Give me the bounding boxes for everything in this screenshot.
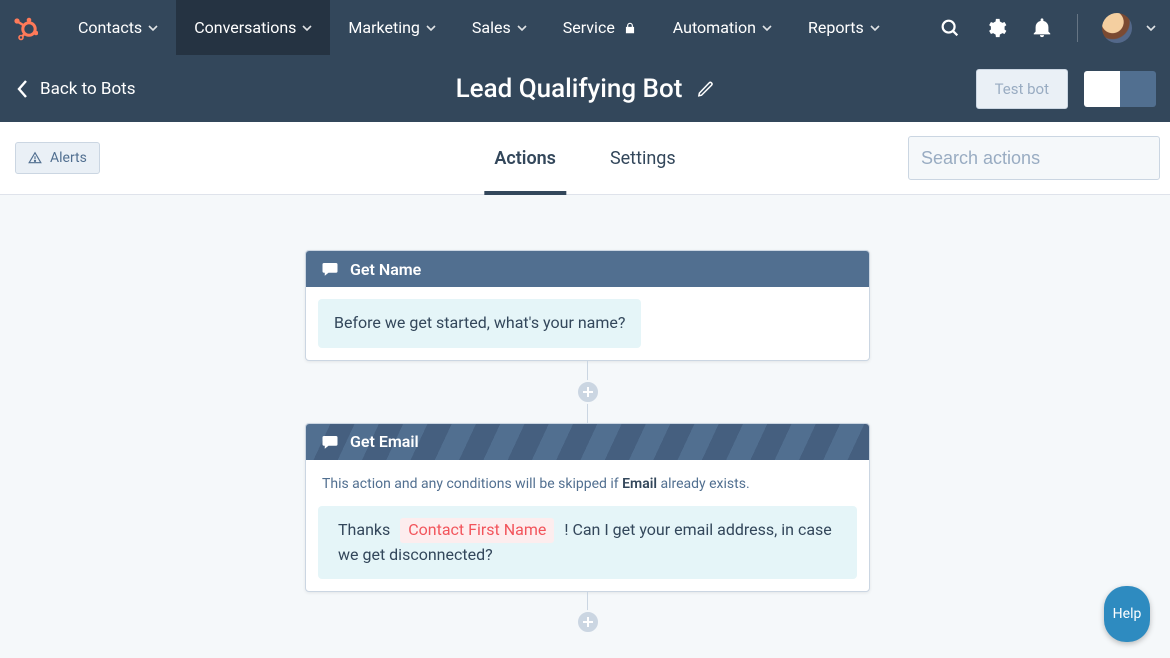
note-prefix: This action and any conditions will be s… [322, 476, 622, 492]
toggle-off-side [1084, 71, 1120, 107]
flow: Get Name Before we get started, what's yo… [305, 250, 870, 622]
connector [587, 361, 588, 423]
chat-icon [320, 260, 340, 278]
title-wrap: Lead Qualifying Bot [456, 74, 715, 104]
bell-icon[interactable] [1031, 17, 1053, 39]
back-to-bots-link[interactable]: Back to Bots [16, 79, 136, 99]
nav-item-conversations[interactable]: Conversations [176, 0, 330, 55]
tab-settings[interactable]: Settings [610, 122, 676, 194]
connector [587, 592, 588, 622]
note-suffix: already exists. [657, 476, 750, 492]
card-header: Get Email [306, 424, 869, 460]
message-bubble[interactable]: Before we get started, what's your name? [318, 299, 641, 348]
edit-title-button[interactable] [696, 80, 714, 98]
nav-item-label: Conversations [194, 18, 296, 37]
nav-item-service[interactable]: Service [545, 0, 655, 55]
message-pre: Thanks [338, 520, 394, 539]
bot-canvas[interactable]: Get Name Before we get started, what's yo… [0, 195, 1170, 658]
chevron-down-icon [517, 23, 527, 33]
back-label: Back to Bots [40, 79, 136, 99]
skip-note: This action and any conditions will be s… [318, 462, 857, 494]
hubspot-logo[interactable] [10, 13, 40, 43]
search-actions-wrap[interactable] [908, 136, 1160, 180]
avatar [1102, 13, 1132, 43]
chevron-down-icon [302, 23, 312, 33]
nav-item-automation[interactable]: Automation [655, 0, 790, 55]
nav-item-label: Automation [673, 18, 756, 37]
card-body: This action and any conditions will be s… [306, 460, 869, 592]
pencil-icon [696, 80, 714, 98]
chat-icon [320, 433, 340, 451]
add-action-button[interactable] [576, 610, 600, 634]
top-nav: Contacts Conversations Marketing Sales Servi… [0, 0, 1170, 55]
nav-item-reports[interactable]: Reports [790, 0, 898, 55]
sprocket-icon [12, 15, 38, 41]
message-bubble[interactable]: Thanks Contact First Name ! Can I get yo… [318, 506, 857, 580]
nav-item-label: Marketing [348, 18, 419, 37]
add-action-button[interactable] [576, 380, 600, 404]
note-strong: Email [622, 476, 657, 492]
bot-title: Lead Qualifying Bot [456, 74, 683, 104]
top-nav-right [939, 13, 1156, 43]
test-bot-button[interactable]: Test bot [976, 69, 1068, 109]
search-icon[interactable] [939, 17, 961, 39]
alerts-label: Alerts [50, 150, 87, 166]
nav-item-label: Sales [472, 18, 511, 37]
card-header: Get Name [306, 251, 869, 287]
alerts-button[interactable]: Alerts [15, 142, 100, 174]
card-title: Get Email [350, 432, 419, 451]
toolbar: Alerts Actions Settings [0, 122, 1170, 195]
chevron-down-icon [762, 23, 772, 33]
separator [1077, 14, 1078, 42]
gear-icon[interactable] [985, 17, 1007, 39]
toggle-on-side [1120, 71, 1156, 107]
chevron-down-icon [426, 23, 436, 33]
personalization-token[interactable]: Contact First Name [400, 518, 554, 543]
search-actions-input[interactable] [921, 148, 1153, 169]
sub-header: Back to Bots Lead Qualifying Bot Test bo… [0, 55, 1170, 122]
account-menu[interactable] [1102, 13, 1156, 43]
nav-item-label: Service [563, 18, 615, 37]
nav-item-sales[interactable]: Sales [454, 0, 545, 55]
nav-item-label: Reports [808, 18, 864, 37]
nav-items: Contacts Conversations Marketing Sales Servi… [60, 0, 898, 55]
chevron-down-icon [1146, 23, 1156, 33]
help-button[interactable]: Help [1104, 586, 1150, 642]
tabs: Actions Settings [494, 122, 675, 194]
chevron-down-icon [148, 23, 158, 33]
chevron-left-icon [16, 79, 30, 99]
nav-item-label: Contacts [78, 18, 142, 37]
lock-icon [623, 21, 637, 35]
chevron-down-icon [870, 23, 880, 33]
card-title: Get Name [350, 260, 421, 279]
card-body: Before we get started, what's your name? [306, 287, 869, 360]
plus-icon [582, 616, 594, 628]
subhead-right: Test bot [976, 69, 1156, 109]
alert-icon [28, 151, 42, 165]
enable-toggle[interactable] [1084, 71, 1156, 107]
action-card[interactable]: Get Name Before we get started, what's yo… [305, 250, 870, 361]
nav-item-marketing[interactable]: Marketing [330, 0, 453, 55]
tab-actions[interactable]: Actions [494, 122, 556, 194]
action-card[interactable]: Get Email This action and any conditions … [305, 423, 870, 593]
plus-icon [582, 386, 594, 398]
nav-item-contacts[interactable]: Contacts [60, 0, 176, 55]
